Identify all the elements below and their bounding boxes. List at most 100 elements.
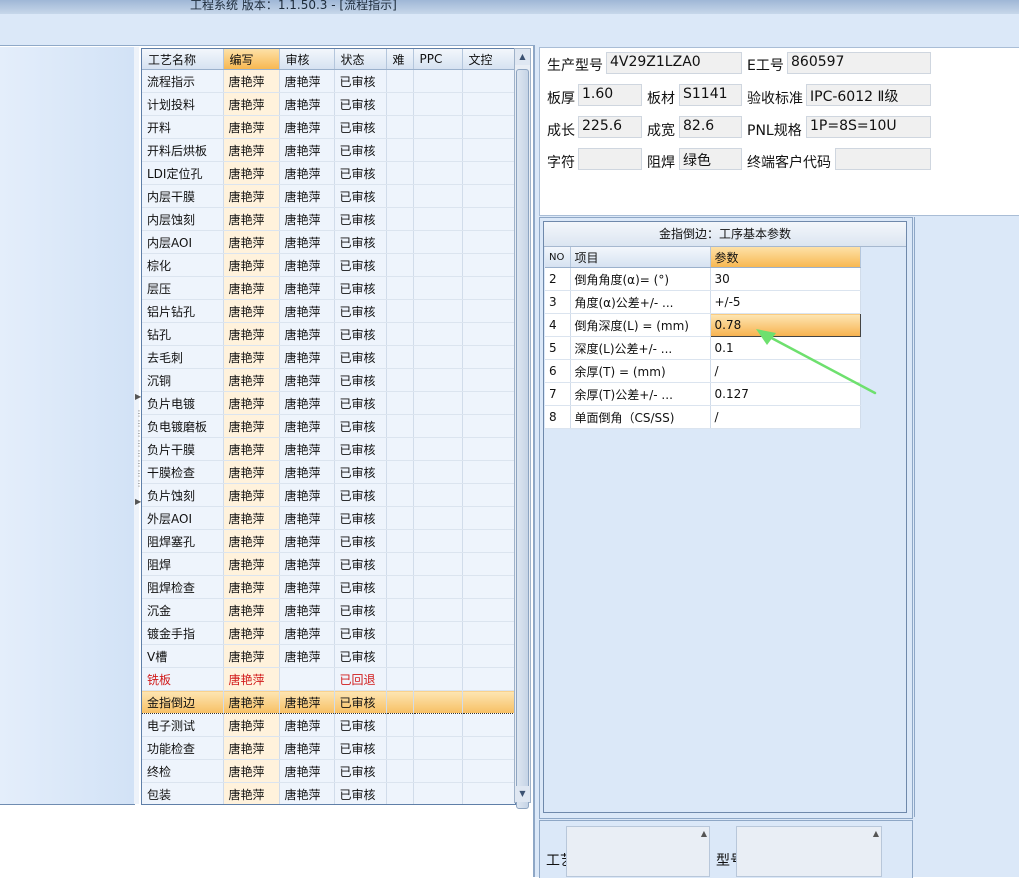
table-cell[interactable]: 负片蚀刻 (142, 483, 224, 507)
table-cell[interactable] (413, 299, 463, 323)
table-cell[interactable]: 唐艳萍 (279, 138, 335, 162)
scroll-up-icon[interactable]: ▲ (515, 49, 530, 65)
table-cell[interactable] (462, 736, 515, 760)
table-cell[interactable]: 唐艳萍 (279, 92, 335, 116)
table-cell[interactable] (386, 506, 414, 530)
table-row[interactable]: 内层蚀刻 唐艳萍 唐艳萍 已审核 (142, 207, 515, 231)
table-cell[interactable] (462, 322, 515, 346)
table-cell[interactable] (386, 736, 414, 760)
params-row[interactable]: 8 单面倒角（CS/SS) / (545, 405, 861, 429)
table-cell[interactable] (413, 736, 463, 760)
table-cell[interactable] (413, 69, 463, 93)
table-cell[interactable]: 唐艳萍 (279, 69, 335, 93)
table-cell[interactable]: 已审核 (334, 644, 387, 668)
grid-column-header[interactable]: 状态 (334, 49, 387, 70)
table-cell[interactable]: 铣板 (142, 667, 224, 691)
scroll-up-icon[interactable]: ▲ (701, 829, 707, 838)
table-row[interactable]: 去毛刺 唐艳萍 唐艳萍 已审核 (142, 345, 515, 369)
table-cell[interactable]: 已审核 (334, 575, 387, 599)
table-cell[interactable] (413, 506, 463, 530)
table-cell[interactable]: 铝片钻孔 (142, 299, 224, 323)
table-cell[interactable] (462, 575, 515, 599)
table-cell[interactable]: 电子测试 (142, 713, 224, 737)
table-cell[interactable]: 已审核 (334, 621, 387, 645)
table-cell[interactable] (462, 391, 515, 415)
table-row[interactable]: 沉铜 唐艳萍 唐艳萍 已审核 (142, 368, 515, 392)
table-cell[interactable]: 唐艳萍 (279, 713, 335, 737)
table-cell[interactable] (413, 713, 463, 737)
table-cell[interactable] (462, 506, 515, 530)
table-cell[interactable]: 唐艳萍 (279, 184, 335, 208)
table-cell[interactable] (386, 230, 414, 254)
table-cell[interactable]: 阻焊检查 (142, 575, 224, 599)
params-row[interactable]: 3 角度(α)公差+/- ... +/-5 (545, 290, 861, 314)
e-number-field[interactable]: 860597 (787, 52, 931, 74)
table-cell[interactable]: 唐艳萍 (223, 230, 280, 254)
table-cell[interactable] (462, 782, 515, 804)
table-cell[interactable] (386, 69, 414, 93)
table-cell[interactable]: 已审核 (334, 391, 387, 415)
pnl-field[interactable]: 1P=8S=10U (806, 116, 931, 138)
table-cell[interactable]: 沉金 (142, 598, 224, 622)
table-row[interactable]: 内层干膜 唐艳萍 唐艳萍 已审核 (142, 184, 515, 208)
table-cell[interactable] (386, 276, 414, 300)
table-cell[interactable]: 已审核 (334, 345, 387, 369)
table-cell[interactable]: 唐艳萍 (279, 483, 335, 507)
table-cell[interactable]: 已审核 (334, 230, 387, 254)
table-row[interactable]: 干膜检查 唐艳萍 唐艳萍 已审核 (142, 460, 515, 484)
table-cell[interactable] (462, 161, 515, 185)
scroll-up-icon[interactable]: ▲ (873, 829, 879, 838)
table-cell[interactable]: 唐艳萍 (279, 253, 335, 277)
table-cell[interactable]: 唐艳萍 (223, 138, 280, 162)
table-cell[interactable] (413, 115, 463, 139)
params-cell[interactable]: 30 (710, 267, 861, 291)
table-cell[interactable] (386, 483, 414, 507)
table-cell[interactable]: 唐艳萍 (279, 782, 335, 804)
table-cell[interactable] (413, 552, 463, 576)
table-row[interactable]: 沉金 唐艳萍 唐艳萍 已审核 (142, 598, 515, 622)
table-cell[interactable]: 唐艳萍 (279, 552, 335, 576)
table-cell[interactable] (462, 69, 515, 93)
table-cell[interactable]: 已审核 (334, 184, 387, 208)
table-cell[interactable]: 去毛刺 (142, 345, 224, 369)
table-cell[interactable]: LDI定位孔 (142, 161, 224, 185)
table-cell[interactable]: 唐艳萍 (279, 391, 335, 415)
table-cell[interactable] (462, 437, 515, 461)
table-cell[interactable]: 唐艳萍 (223, 368, 280, 392)
table-cell[interactable]: 唐艳萍 (279, 575, 335, 599)
table-row[interactable]: 阻焊塞孔 唐艳萍 唐艳萍 已审核 (142, 529, 515, 553)
table-cell[interactable]: 已审核 (334, 69, 387, 93)
table-cell[interactable] (462, 230, 515, 254)
table-cell[interactable] (462, 299, 515, 323)
table-cell[interactable] (386, 759, 414, 783)
table-cell[interactable] (386, 345, 414, 369)
table-cell[interactable]: 内层AOI (142, 230, 224, 254)
table-cell[interactable]: 唐艳萍 (279, 414, 335, 438)
table-cell[interactable]: 唐艳萍 (223, 276, 280, 300)
table-cell[interactable]: 钻孔 (142, 322, 224, 346)
table-row[interactable]: 钻孔 唐艳萍 唐艳萍 已审核 (142, 322, 515, 346)
grid-column-header[interactable]: 工艺名称 (142, 49, 224, 70)
table-row[interactable]: 包装 唐艳萍 唐艳萍 已审核 (142, 782, 515, 804)
table-cell[interactable]: 已审核 (334, 161, 387, 185)
table-cell[interactable]: V槽 (142, 644, 224, 668)
table-cell[interactable] (279, 667, 335, 691)
params-row[interactable]: 2 倒角角度(α)= (°) 30 (545, 267, 861, 291)
table-cell[interactable]: 功能检查 (142, 736, 224, 760)
table-cell[interactable]: 唐艳萍 (223, 69, 280, 93)
table-cell[interactable]: 已审核 (334, 529, 387, 553)
table-row[interactable]: 阻焊检查 唐艳萍 唐艳萍 已审核 (142, 575, 515, 599)
scroll-down-icon[interactable]: ▼ (515, 786, 530, 802)
table-cell[interactable]: 唐艳萍 (279, 460, 335, 484)
table-cell[interactable]: 唐艳萍 (223, 575, 280, 599)
table-cell[interactable]: 唐艳萍 (223, 207, 280, 231)
table-cell[interactable]: 唐艳萍 (279, 690, 335, 714)
table-cell[interactable] (413, 759, 463, 783)
table-row[interactable]: 开料后烘板 唐艳萍 唐艳萍 已审核 (142, 138, 515, 162)
table-cell[interactable] (462, 115, 515, 139)
table-row[interactable]: 负片蚀刻 唐艳萍 唐艳萍 已审核 (142, 483, 515, 507)
table-cell[interactable] (413, 322, 463, 346)
table-cell[interactable]: 已回退 (334, 667, 387, 691)
table-cell[interactable] (462, 483, 515, 507)
table-cell[interactable] (386, 690, 414, 714)
